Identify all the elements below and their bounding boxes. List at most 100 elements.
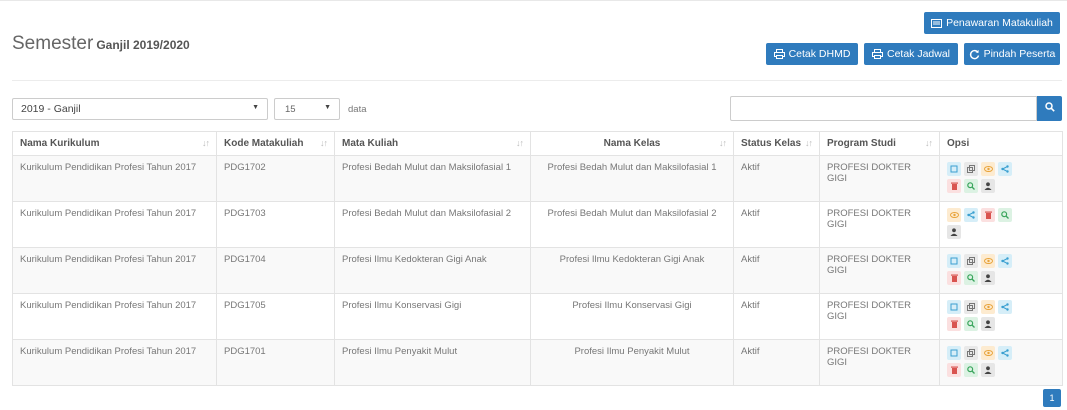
view-icon[interactable]: [981, 254, 995, 268]
col-label: Opsi: [947, 138, 970, 149]
delete-icon[interactable]: [947, 179, 961, 193]
detail-icon[interactable]: [947, 346, 961, 360]
detail-icon[interactable]: [947, 162, 961, 176]
cell-matkul: Profesi Bedah Mulut dan Maksilofasial 2: [334, 201, 531, 248]
user-icon[interactable]: [981, 179, 995, 193]
detail-icon[interactable]: [947, 254, 961, 268]
cell-status: Aktif: [733, 339, 820, 386]
col-nama-kelas[interactable]: Nama Kelas ↓↑: [530, 131, 734, 156]
col-label: Program Studi: [827, 138, 896, 149]
copy-icon[interactable]: [964, 162, 978, 176]
cetak-dhmd-label: Cetak DHMD: [788, 48, 851, 60]
page-length-select[interactable]: 15 ▼: [274, 98, 340, 120]
title-label: Semester: [12, 33, 94, 54]
search-icon[interactable]: [998, 208, 1012, 222]
penawaran-label: Penawaran Matakuliah: [946, 17, 1053, 29]
table-row: Kurikulum Pendidikan Profesi Tahun 2017 …: [12, 201, 1063, 248]
page-length-value: 15: [285, 104, 296, 115]
cell-opsi: [939, 293, 1063, 340]
copy-icon[interactable]: [964, 346, 978, 360]
delete-icon[interactable]: [981, 208, 995, 222]
penawaran-matakuliah-button[interactable]: Penawaran Matakuliah: [924, 12, 1060, 34]
cetak-jadwal-label: Cetak Jadwal: [886, 48, 951, 60]
col-label: Mata Kuliah: [342, 138, 399, 149]
search-icon: [1044, 102, 1055, 115]
cell-kurikulum: Kurikulum Pendidikan Profesi Tahun 2017: [12, 339, 217, 386]
cell-status: Aktif: [733, 293, 820, 340]
cetak-dhmd-button[interactable]: Cetak DHMD: [766, 43, 858, 65]
cell-status: Aktif: [733, 247, 820, 294]
cetak-jadwal-button[interactable]: Cetak Jadwal: [864, 43, 958, 65]
share-icon[interactable]: [964, 208, 978, 222]
cell-kode: PDG1704: [216, 247, 335, 294]
search-button[interactable]: [1037, 96, 1062, 121]
semester-label: Ganjil 2019/2020: [96, 38, 190, 52]
sort-icon: ↓↑: [719, 138, 727, 148]
search-icon[interactable]: [964, 179, 978, 193]
search-input[interactable]: [730, 96, 1037, 121]
col-nama-kurikulum[interactable]: Nama Kurikulum ↓↑: [12, 131, 217, 156]
semester-select[interactable]: 2019 - Ganjil ▼: [12, 98, 268, 120]
print-icon: [871, 49, 883, 59]
user-icon[interactable]: [981, 271, 995, 285]
user-icon[interactable]: [981, 317, 995, 331]
share-icon[interactable]: [998, 346, 1012, 360]
sort-icon: ↓↑: [805, 138, 813, 148]
cell-kode: PDG1701: [216, 339, 335, 386]
delete-icon[interactable]: [947, 363, 961, 377]
col-kode-matakuliah[interactable]: Kode Matakuliah ↓↑: [216, 131, 335, 156]
copy-icon[interactable]: [964, 300, 978, 314]
cell-matkul: Profesi Ilmu Penyakit Mulut: [334, 339, 531, 386]
search-icon[interactable]: [964, 317, 978, 331]
col-mata-kuliah[interactable]: Mata Kuliah ↓↑: [334, 131, 531, 156]
search-icon[interactable]: [964, 363, 978, 377]
cell-matkul: Profesi Ilmu Kedokteran Gigi Anak: [334, 247, 531, 294]
cell-kode: PDG1702: [216, 155, 335, 202]
cell-kelas: Profesi Ilmu Penyakit Mulut: [530, 339, 734, 386]
cell-opsi: [939, 339, 1063, 386]
pagination-page-1[interactable]: 1: [1043, 389, 1061, 407]
section-divider: [12, 80, 1062, 81]
cell-kelas: Profesi Bedah Mulut dan Maksilofasial 2: [530, 201, 734, 248]
view-icon[interactable]: [981, 346, 995, 360]
delete-icon[interactable]: [947, 271, 961, 285]
cell-matkul: Profesi Bedah Mulut dan Maksilofasial 1: [334, 155, 531, 202]
detail-icon[interactable]: [947, 300, 961, 314]
table-row: Kurikulum Pendidikan Profesi Tahun 2017 …: [12, 293, 1063, 340]
top-divider: [0, 0, 1067, 1]
sort-icon: ↓↑: [516, 138, 524, 148]
col-program-studi[interactable]: Program Studi ↓↑: [819, 131, 940, 156]
list-icon: [931, 18, 943, 28]
pindah-peserta-button[interactable]: Pindah Peserta: [964, 43, 1060, 65]
col-label: Nama Kelas: [603, 138, 661, 149]
pindah-peserta-label: Pindah Peserta: [983, 48, 1056, 60]
col-label: Nama Kurikulum: [20, 138, 100, 149]
cell-status: Aktif: [733, 201, 820, 248]
view-icon[interactable]: [947, 208, 961, 222]
cell-matkul: Profesi Ilmu Konservasi Gigi: [334, 293, 531, 340]
cell-kurikulum: Kurikulum Pendidikan Profesi Tahun 2017: [12, 293, 217, 340]
matakuliah-table: Nama Kurikulum ↓↑ Kode Matakuliah ↓↑ Mata …: [12, 131, 1063, 386]
col-status-kelas[interactable]: Status Kelas ↓↑: [733, 131, 820, 156]
cell-kelas: Profesi Bedah Mulut dan Maksilofasial 1: [530, 155, 734, 202]
share-icon[interactable]: [998, 300, 1012, 314]
user-icon[interactable]: [947, 225, 961, 239]
delete-icon[interactable]: [947, 317, 961, 331]
copy-icon[interactable]: [964, 254, 978, 268]
view-icon[interactable]: [981, 162, 995, 176]
sort-icon: ↓↑: [202, 138, 210, 148]
view-icon[interactable]: [981, 300, 995, 314]
page-title: Semester Ganjil 2019/2020: [12, 33, 190, 55]
share-icon[interactable]: [998, 162, 1012, 176]
user-icon[interactable]: [981, 363, 995, 377]
cell-prodi: PROFESI DOKTER GIGI: [819, 201, 940, 248]
share-icon[interactable]: [998, 254, 1012, 268]
semester-select-value: 2019 - Ganjil: [21, 103, 81, 115]
search-icon[interactable]: [964, 271, 978, 285]
cell-kelas: Profesi Ilmu Kedokteran Gigi Anak: [530, 247, 734, 294]
cell-kurikulum: Kurikulum Pendidikan Profesi Tahun 2017: [12, 247, 217, 294]
table-row: Kurikulum Pendidikan Profesi Tahun 2017 …: [12, 247, 1063, 294]
col-label: Status Kelas: [741, 138, 802, 149]
cell-opsi: [939, 201, 1063, 248]
refresh-icon: [969, 49, 980, 60]
